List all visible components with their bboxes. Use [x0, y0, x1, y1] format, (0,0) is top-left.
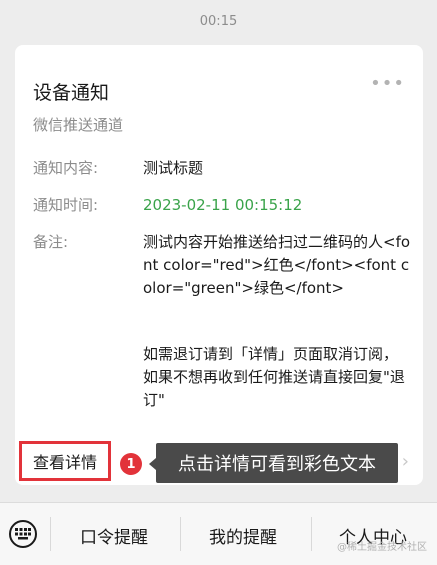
menu-divider — [50, 517, 51, 551]
card-title: 设备通知 — [33, 82, 110, 104]
keyboard-icon[interactable] — [9, 520, 37, 548]
menu-item-password-reminder[interactable]: 口令提醒 — [80, 523, 148, 548]
watermark: @稀土掘金技术社区 — [337, 542, 427, 553]
menu-divider — [180, 517, 181, 551]
view-details-button[interactable]: 查看详情 — [19, 441, 111, 481]
note-label: 备注: — [33, 233, 69, 251]
menu-item-my-reminders[interactable]: 我的提醒 — [209, 523, 277, 548]
note-value: 测试内容开始推送给扫过二维码的人<font color="red">红色</fo… — [143, 233, 411, 297]
time-value: 2023-02-11 00:15:12 — [143, 196, 303, 214]
notification-card: 设备通知 ••• 微信推送通道 通知内容: 测试标题 通知时间: 2023-02… — [15, 45, 423, 485]
annotation-arrow — [149, 458, 156, 470]
time-label: 通知时间: — [33, 196, 99, 214]
card-subtitle: 微信推送通道 — [33, 116, 124, 134]
content-label: 通知内容: — [33, 159, 99, 177]
menu-divider — [311, 517, 312, 551]
content-value: 测试标题 — [143, 159, 204, 177]
more-options-icon[interactable]: ••• — [370, 73, 405, 94]
annotation-badge: 1 — [120, 453, 142, 475]
chevron-right-icon[interactable]: › — [402, 451, 409, 472]
message-timestamp: 00:15 — [199, 14, 238, 29]
unsubscribe-note: 如需退订请到「详情」页面取消订阅，如果不想再收到任何推送请直接回复"退订" — [143, 345, 405, 409]
bottom-menu-bar: 口令提醒 我的提醒 个人中心 @稀土掘金技术社区 — [0, 502, 437, 565]
annotation-tooltip: 点击详情可看到彩色文本 — [156, 443, 398, 483]
